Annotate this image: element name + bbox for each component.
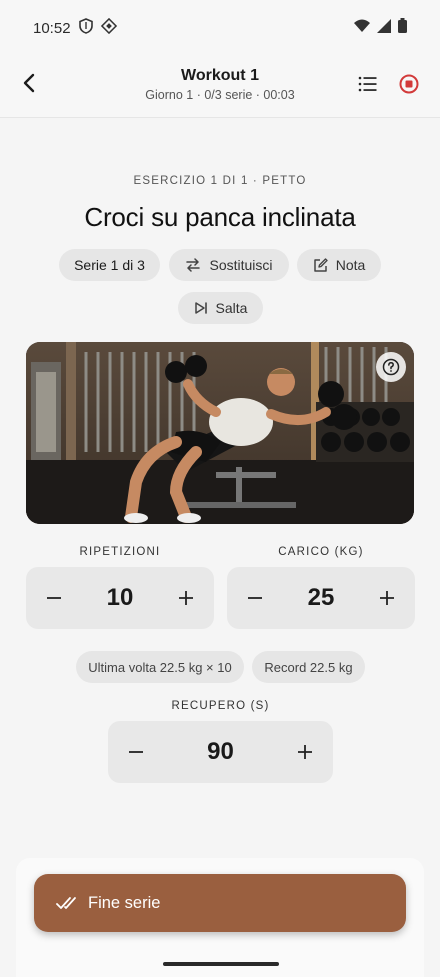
minus-icon: [47, 597, 61, 599]
stop-workout-button[interactable]: [397, 72, 421, 96]
reps-decrement-button[interactable]: [40, 584, 68, 612]
diamond-app-icon: [100, 17, 117, 38]
status-right: [354, 18, 407, 38]
series-chip[interactable]: Serie 1 di 3: [59, 249, 160, 281]
app-bar: Workout 1 Giorno 1 · 0/3 serie · 00:03: [0, 56, 440, 118]
battery-icon: [398, 18, 407, 38]
double-check-icon: [56, 897, 76, 909]
minus-icon: [129, 751, 143, 753]
reps-increment-button[interactable]: [172, 584, 200, 612]
skip-next-icon: [194, 302, 207, 314]
exercise-meta: ESERCIZIO 1 DI 1 · PETTO: [133, 175, 307, 187]
title-block: Workout 1 Giorno 1 · 0/3 serie · 00:03: [90, 66, 350, 102]
home-indicator[interactable]: [163, 962, 279, 966]
minus-icon: [248, 597, 262, 599]
reps-value[interactable]: 10: [107, 584, 134, 612]
status-bar: 10:52: [0, 0, 440, 56]
status-time: 10:52: [33, 19, 71, 37]
rest-decrement-button[interactable]: [122, 738, 150, 766]
reps-stepper: 10: [26, 567, 214, 629]
last-time-chip: Ultima volta 22.5 kg × 10: [76, 651, 244, 683]
load-value[interactable]: 25: [308, 584, 335, 612]
last-time-text: Ultima volta 22.5 kg × 10: [88, 659, 232, 675]
rest-stepper: 90: [108, 721, 333, 783]
plus-icon: [178, 591, 193, 605]
substitute-label: Sostituisci: [209, 257, 273, 273]
skip-label: Salta: [215, 300, 248, 316]
plus-icon: [297, 745, 312, 759]
note-button[interactable]: Nota: [297, 249, 381, 281]
plus-icon: [379, 591, 394, 605]
workout-title: Workout 1: [181, 67, 259, 84]
exercise-list-button[interactable]: [356, 72, 380, 96]
record-chip: Record 22.5 kg: [252, 651, 365, 683]
wifi-icon: [354, 19, 370, 38]
substitute-button[interactable]: Sostituisci: [169, 249, 289, 281]
series-chip-label: Serie 1 di 3: [74, 257, 145, 273]
exercise-illustration: [26, 342, 414, 524]
back-button[interactable]: [16, 70, 42, 96]
rest-label: RECUPERO (S): [171, 700, 270, 712]
help-icon: [382, 358, 400, 376]
note-label: Nota: [335, 257, 366, 273]
record-text: Record 22.5 kg: [264, 659, 353, 675]
swap-icon: [186, 258, 201, 272]
list-icon: [358, 76, 377, 92]
workout-content: ESERCIZIO 1 DI 1 · PETTO Croci su panca …: [0, 118, 440, 977]
finish-set-label: Fine serie: [88, 893, 161, 912]
rest-value[interactable]: 90: [207, 738, 234, 766]
rest-increment-button[interactable]: [291, 738, 319, 766]
exercise-title: Croci su panca inclinata: [84, 202, 356, 232]
finish-set-button[interactable]: Fine serie: [34, 874, 406, 932]
shield-icon: [78, 18, 93, 38]
signal-icon: [377, 18, 391, 38]
back-arrow-icon: [23, 73, 35, 93]
edit-note-icon: [313, 257, 328, 272]
load-decrement-button[interactable]: [241, 584, 269, 612]
load-stepper: 25: [227, 567, 415, 629]
help-button[interactable]: [376, 352, 406, 382]
load-increment-button[interactable]: [373, 584, 401, 612]
stop-record-icon: [399, 74, 419, 94]
status-left: 10:52: [33, 17, 117, 38]
workout-subtitle: Giorno 1 · 0/3 serie · 00:03: [145, 88, 295, 102]
skip-button[interactable]: Salta: [178, 292, 263, 324]
reps-label: RIPETIZIONI: [79, 546, 161, 558]
exercise-image: [26, 342, 414, 524]
load-label: CARICO (KG): [278, 546, 364, 558]
